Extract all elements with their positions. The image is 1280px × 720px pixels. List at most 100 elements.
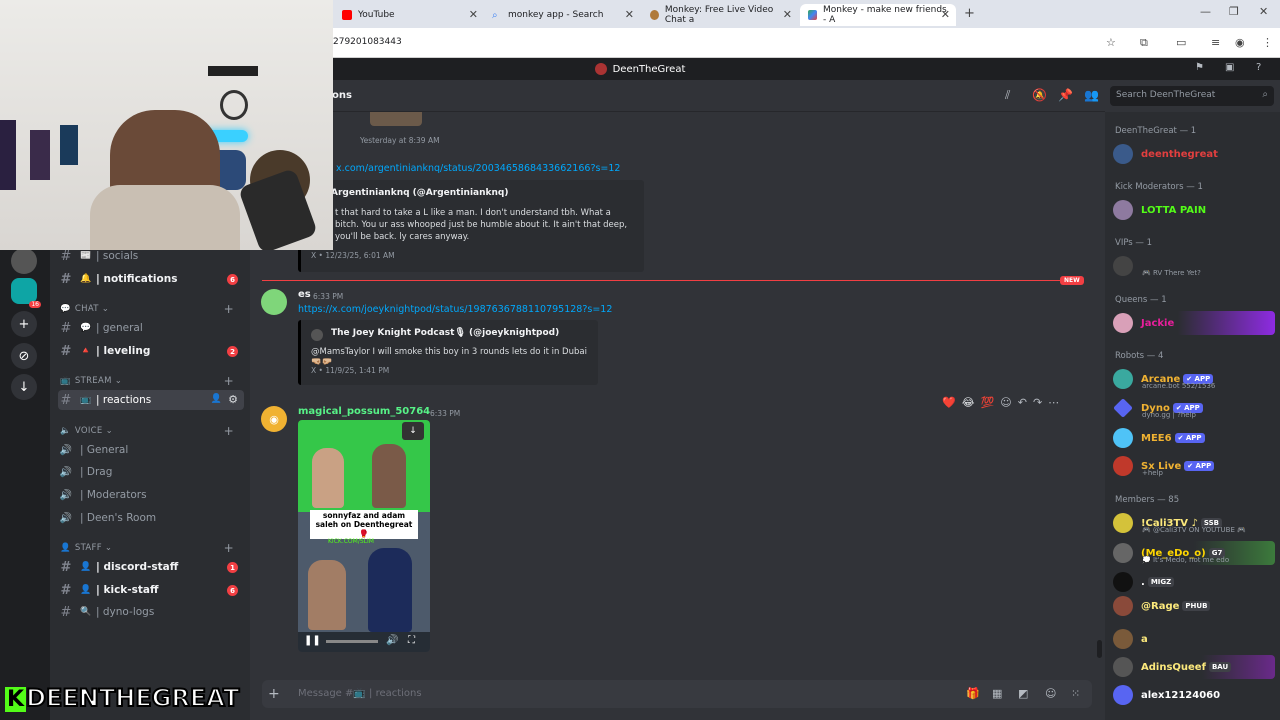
member-item[interactable]: (Me_eDo_o) G7 💭 It's Medo, not me edo [1113,541,1275,565]
member-item[interactable]: . MIGZ [1113,570,1275,594]
reply-icon[interactable]: ↶ [1018,396,1027,409]
embed-author[interactable]: The Joey Knight Podcast🎙 (@joeyknightpod… [331,328,559,338]
search-input[interactable]: Search DeenTheGreat ⌕ [1110,86,1274,106]
member-item[interactable]: Arcane ✔ APP arcane.bot 552/1536 [1113,367,1275,391]
server-avatar-active[interactable]: 16 [11,278,41,308]
attach-button[interactable]: + [268,686,280,702]
inbox-icon[interactable]: ⚑ [1195,62,1204,73]
category-voice[interactable]: 🔈 VOICE ⌄ + [60,424,244,438]
attachment-thumbnail[interactable] [370,112,422,126]
voice-channel-drag[interactable]: 🔊 | Drag [58,462,244,482]
voice-channel-deens-room[interactable]: 🔊 | Deen's Room [58,508,244,528]
message-composer[interactable]: + Message #📺 | reactions 🎁 ▦ ◩ ☺ ⁙ [262,680,1092,708]
channel-notifications[interactable]: # 🔔 | notifications 6 [58,269,244,289]
category-stream[interactable]: 📺 STREAM ⌄ + [60,374,244,388]
help-icon[interactable]: ? [1256,62,1261,73]
browser-tab-monkey-chat[interactable]: Monkey: Free Live Video Chat a ✕ [642,4,798,26]
server-avatar[interactable] [11,248,37,274]
category-staff[interactable]: 👤 STAFF ⌄ + [60,541,244,555]
gif-icon[interactable]: ▦ [992,687,1002,700]
add-reaction-icon[interactable]: ☺ [1000,396,1011,409]
gift-icon[interactable]: 🎁 [966,687,980,700]
add-channel-button[interactable]: + [224,424,234,438]
cast-icon[interactable]: ▭ [1176,36,1186,49]
close-window-button[interactable]: ✕ [1259,5,1268,18]
media-icon[interactable]: ≡ [1211,36,1220,49]
video-scrubber[interactable] [326,640,378,643]
laugh-reaction[interactable]: 😂 [962,396,975,409]
category-chat[interactable]: 💬 CHAT ⌄ + [60,302,244,316]
avatar[interactable] [261,289,287,315]
new-tab-button[interactable]: + [964,6,975,21]
pause-icon[interactable]: ❚❚ [304,635,321,646]
message-author[interactable]: magical_possum_50764 [298,406,430,417]
apps-icon[interactable]: ⁙ [1071,687,1080,700]
avatar[interactable]: ◉ [261,406,287,432]
link-embed[interactable]: Argentinianknq (@Argentinianknq) t that … [298,180,644,272]
url-text[interactable]: 279201083443 [333,37,402,47]
member-item[interactable]: @Rage PHUB [1113,594,1275,618]
add-channel-button[interactable]: + [224,302,234,316]
message-link[interactable]: https://x.com/joeyknightpod/status/19876… [298,304,612,315]
member-item[interactable]: a [1113,627,1275,651]
message-input[interactable]: Message #📺 | reactions [298,688,422,699]
invite-icon[interactable]: 👤 [211,394,222,404]
threads-icon[interactable]: ⫽ [1005,88,1010,103]
channel-discord-staff[interactable]: # 👤 | discord-staff 1 [58,557,244,577]
scrollbar-thumb[interactable] [1097,640,1102,658]
member-list-icon[interactable]: 👥 [1084,88,1099,102]
voice-channel-moderators[interactable]: 🔊 | Moderators [58,485,244,505]
close-icon[interactable]: ✕ [941,8,950,21]
explore-icon[interactable]: ⊘ [11,343,37,369]
member-item[interactable]: alex12124060 [1113,683,1275,707]
voice-channel-general[interactable]: 🔊 | General [58,440,244,460]
screen-icon[interactable]: ▣ [1225,62,1234,73]
heart-reaction[interactable]: ❤️ [942,396,956,409]
channel-general[interactable]: # 💬 | general [58,318,244,338]
channel-kick-staff[interactable]: # 👤 | kick-staff 6 [58,580,244,600]
fullscreen-icon[interactable]: ⛶ [408,635,415,646]
member-item[interactable]: MEE6 ✔ APP [1113,426,1275,450]
volume-icon[interactable]: 🔊 [386,635,398,646]
member-item[interactable]: 🎮 RV There Yet? [1113,254,1275,278]
browser-tab-search[interactable]: ⌕ monkey app - Search ✕ [484,4,640,26]
sticker-icon[interactable]: ◩ [1018,687,1028,700]
minimize-button[interactable]: — [1200,5,1211,18]
download-icon[interactable]: ↓ [402,422,424,440]
member-item[interactable]: Dyno ✔ APP dyno.gg | ?help [1113,396,1275,420]
close-icon[interactable]: ✕ [469,8,478,21]
download-icon[interactable]: ↓ [11,374,37,400]
embed-author[interactable]: Argentinianknq (@Argentinianknq) [331,188,508,198]
member-item[interactable]: deenthegreat [1113,142,1275,166]
hundred-reaction[interactable]: 💯 [981,396,995,409]
browser-tab-youtube[interactable]: YouTube ✕ [334,4,484,26]
maximize-button[interactable]: ❐ [1229,5,1239,18]
channel-dyno-logs[interactable]: # 🔍 | dyno-logs [58,602,244,622]
add-channel-button[interactable]: + [224,374,234,388]
member-item[interactable]: LOTTA PAIN [1113,198,1275,222]
pin-icon[interactable]: 📌 [1058,88,1073,102]
emoji-icon[interactable]: ☺ [1045,687,1056,700]
member-item[interactable]: Sx Live ✔ APP +help [1113,454,1275,478]
forward-icon[interactable]: ↷ [1033,396,1042,409]
message-author[interactable]: es [298,289,311,300]
more-icon[interactable]: ⋯ [1048,396,1059,409]
channel-leveling[interactable]: # 🔺 | leveling 2 [58,341,244,361]
add-channel-button[interactable]: + [224,541,234,555]
browser-tab-monkey-friends[interactable]: Monkey - make new friends - A ✕ [800,4,956,26]
mute-icon[interactable]: 🔕 [1032,88,1047,102]
add-server-button[interactable]: + [11,311,37,337]
menu-icon[interactable]: ⋮ [1262,36,1273,49]
message-link[interactable]: x.com/argentinianknq/status/200346586843… [336,163,620,174]
member-item[interactable]: AdinsQueef BAU [1113,655,1275,679]
channel-reactions[interactable]: # 📺 | reactions 👤 ⚙ [58,390,244,410]
close-icon[interactable]: ✕ [783,8,792,21]
star-icon[interactable]: ☆ [1106,36,1116,49]
extensions-icon[interactable]: ⧉ [1140,36,1148,50]
profile-icon[interactable]: ◉ [1235,36,1245,49]
video-attachment[interactable]: ↓ sonnyfaz and adam saleh on Deenthegrea… [298,420,430,652]
member-item[interactable]: !Cali3TV ♪ SSB 🎮 @Cali3TV ON YOUTUBE 🎮 [1113,511,1275,535]
gear-icon[interactable]: ⚙ [228,393,238,406]
link-embed[interactable]: The Joey Knight Podcast🎙 (@joeyknightpod… [298,320,598,385]
close-icon[interactable]: ✕ [625,8,634,21]
